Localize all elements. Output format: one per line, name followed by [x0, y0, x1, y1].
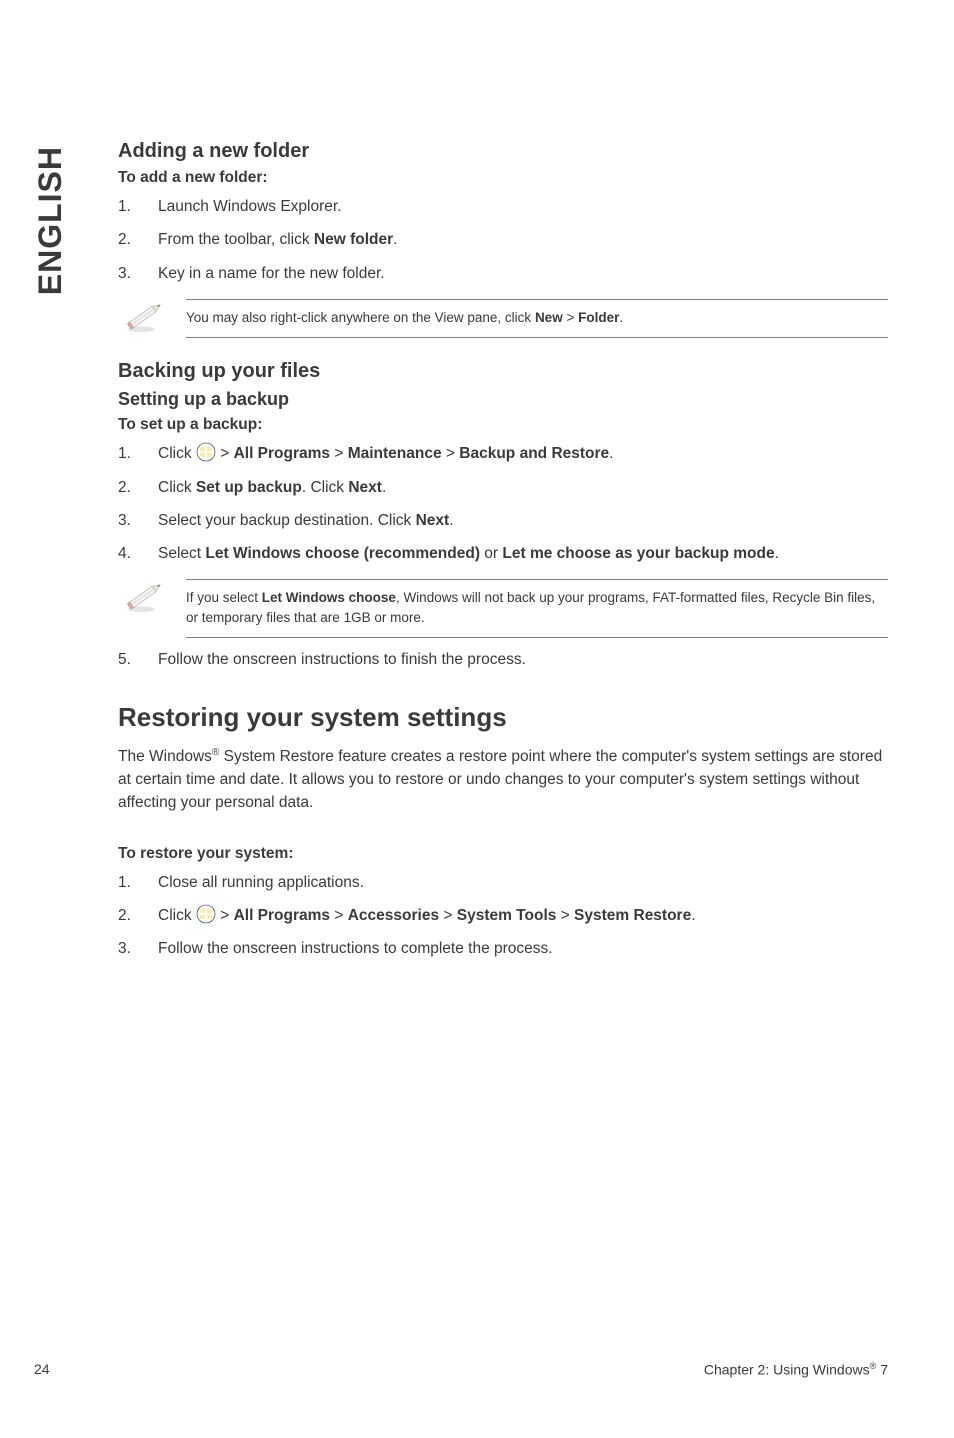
pencil-icon [118, 579, 168, 613]
steps-restore: Close all running applications. Click > … [118, 871, 888, 961]
page-content: Adding a new folder To add a new folder:… [118, 140, 888, 970]
list-item: Follow the onscreen instructions to comp… [118, 937, 888, 960]
windows-orb-icon [196, 904, 216, 924]
windows-orb-icon [196, 442, 216, 462]
list-item: Click Set up backup. Click Next. [118, 476, 888, 499]
page-footer: 24 Chapter 2: Using Windows® 7 [34, 1361, 888, 1378]
heading-restore: Restoring your system settings [118, 702, 888, 733]
list-item: Select Let Windows choose (recommended) … [118, 542, 888, 565]
list-item: Key in a name for the new folder. [118, 262, 888, 285]
note-text: You may also right-click anywhere on the… [186, 299, 888, 339]
subhead-to-restore: To restore your system: [118, 845, 888, 863]
list-item: Click > All Programs > Maintenance > Bac… [118, 442, 888, 465]
restore-paragraph: The Windows® System Restore feature crea… [118, 745, 888, 815]
list-item: Select your backup destination. Click Ne… [118, 509, 888, 532]
heading-backup: Backing up your files [118, 360, 888, 383]
note-let-windows-choose: If you select Let Windows choose, Window… [118, 579, 888, 638]
note-right-click: You may also right-click anywhere on the… [118, 299, 888, 339]
subhead-to-add-folder: To add a new folder: [118, 169, 888, 187]
list-item: Launch Windows Explorer. [118, 195, 888, 218]
pencil-icon [118, 299, 168, 333]
list-item: Click > All Programs > Accessories > Sys… [118, 904, 888, 927]
steps-backup-cont: Follow the onscreen instructions to fini… [118, 648, 888, 671]
subhead-to-setup-backup: To set up a backup: [118, 416, 888, 434]
list-item: Close all running applications. [118, 871, 888, 894]
steps-backup: Click > All Programs > Maintenance > Bac… [118, 442, 888, 565]
steps-add-folder: Launch Windows Explorer. From the toolba… [118, 195, 888, 285]
page-number: 24 [34, 1361, 50, 1378]
chapter-label: Chapter 2: Using Windows® 7 [704, 1361, 888, 1378]
note-text: If you select Let Windows choose, Window… [186, 579, 888, 638]
language-tab: ENGLISH [34, 146, 66, 295]
list-item: Follow the onscreen instructions to fini… [118, 648, 888, 671]
subhead-setting-backup: Setting up a backup [118, 389, 888, 410]
list-item: From the toolbar, click New folder. [118, 228, 888, 251]
heading-adding-folder: Adding a new folder [118, 140, 888, 163]
